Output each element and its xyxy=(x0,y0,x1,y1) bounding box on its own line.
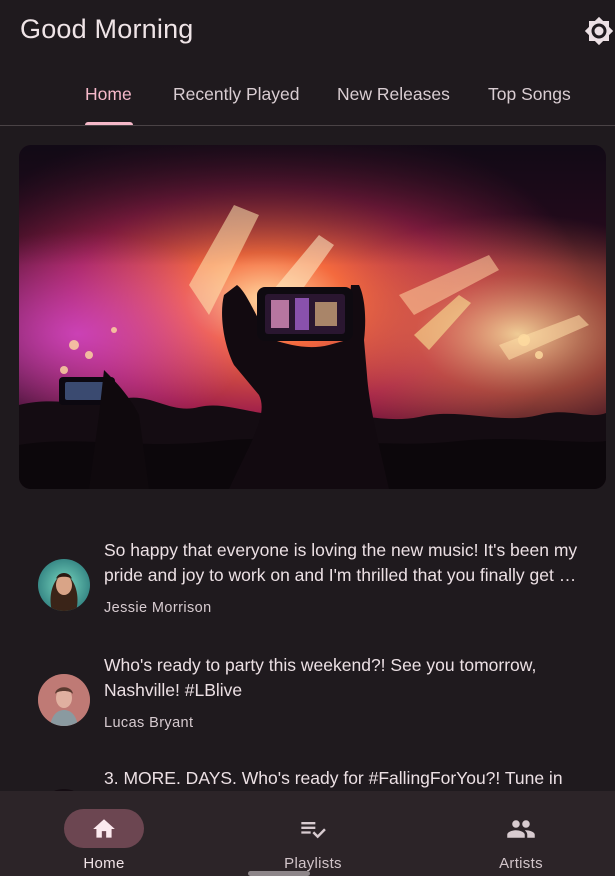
playlist-check-icon xyxy=(301,821,326,838)
tab-top-songs[interactable]: Top Songs xyxy=(488,84,571,105)
avatar-jessie-image xyxy=(38,559,90,611)
post-text: So happy that everyone is loving the new… xyxy=(104,540,578,585)
app-root: Good Morning Home Recently Played New Re… xyxy=(0,0,615,876)
gesture-handle[interactable] xyxy=(248,871,310,876)
tab-active-indicator xyxy=(85,122,133,125)
nav-playlists-label: Playlists xyxy=(284,855,342,872)
post-author[interactable]: Jessie Morrison xyxy=(104,600,212,616)
nav-home-pill xyxy=(64,809,144,848)
post-author[interactable]: Lucas Bryant xyxy=(104,715,193,731)
top-app-bar: Good Morning xyxy=(0,0,615,64)
avatar[interactable] xyxy=(38,559,90,611)
nav-playlists[interactable]: Playlists xyxy=(243,791,383,876)
hero-concert-image[interactable] xyxy=(19,145,606,489)
concert-crowd-photo xyxy=(19,145,606,489)
home-icon xyxy=(93,818,115,838)
nav-playlists-pill xyxy=(273,809,353,848)
nav-artists-pill xyxy=(481,809,561,848)
avatar[interactable] xyxy=(38,674,90,726)
nav-home-label: Home xyxy=(83,855,125,872)
brightness-icon xyxy=(584,16,614,46)
nav-home[interactable]: Home xyxy=(34,791,174,876)
tab-bar: Home Recently Played New Releases Top So… xyxy=(0,64,615,126)
nav-artists-label: Artists xyxy=(499,855,543,872)
bottom-navigation: Home Playlists Artists xyxy=(0,791,615,876)
post-text: Who's ready to party this weekend?! See … xyxy=(104,655,537,700)
people-icon xyxy=(507,819,535,838)
nav-artists[interactable]: Artists xyxy=(451,791,591,876)
tab-recently-played[interactable]: Recently Played xyxy=(173,84,299,105)
theme-toggle-button[interactable] xyxy=(582,14,615,48)
tab-home[interactable]: Home xyxy=(85,84,132,105)
tab-new-releases[interactable]: New Releases xyxy=(337,84,450,105)
post-text: 3. MORE. DAYS. Who's ready for #FallingF… xyxy=(104,768,563,788)
avatar-lucas-image xyxy=(38,674,90,726)
page-title: Good Morning xyxy=(20,14,194,44)
